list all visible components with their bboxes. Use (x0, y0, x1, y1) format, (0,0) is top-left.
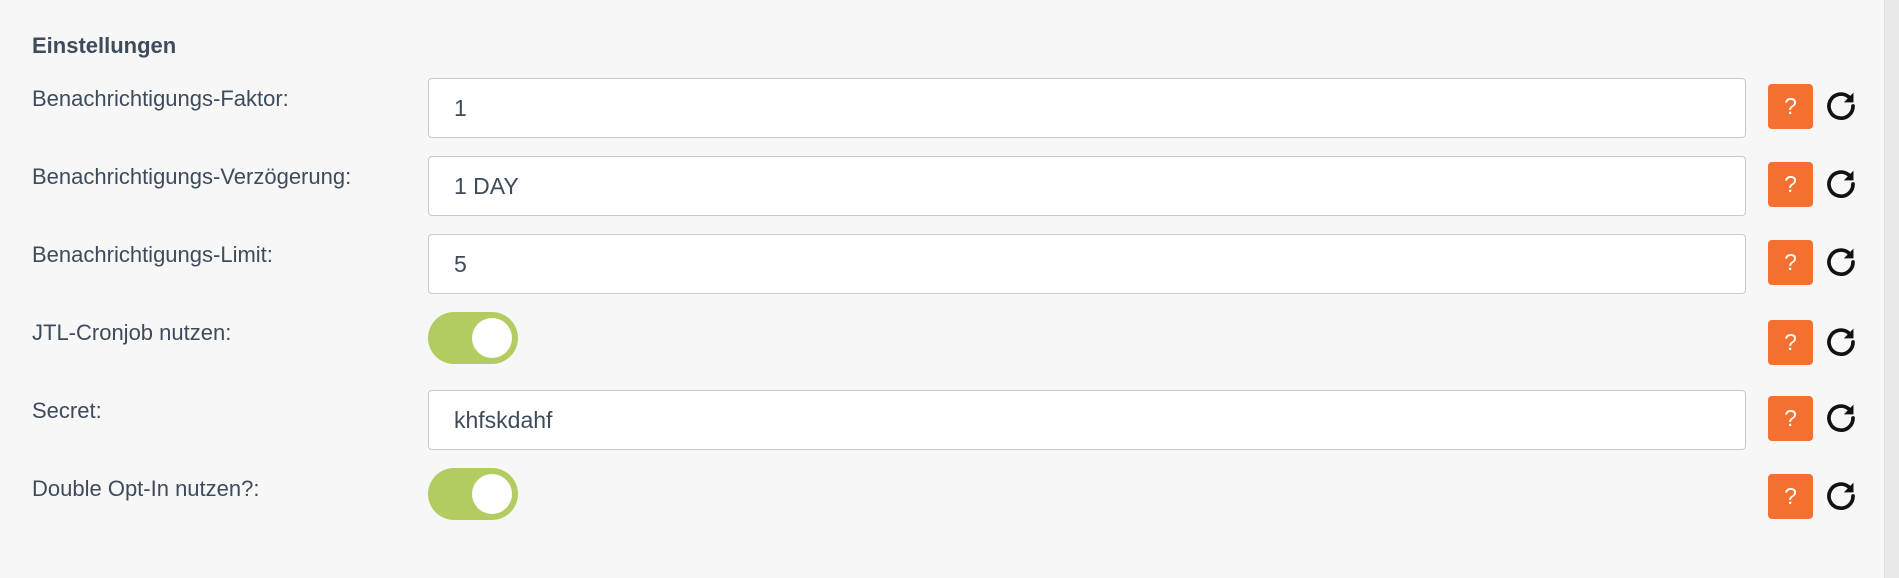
help-button-double-opt-in[interactable]: ? (1768, 474, 1813, 519)
setting-row-notification-factor: Benachrichtigungs-Faktor: ? (0, 78, 1885, 138)
jtl-cronjob-toggle[interactable] (428, 312, 518, 364)
notification-delay-input[interactable] (428, 156, 1746, 216)
setting-label-notification-factor: Benachrichtigungs-Faktor: (32, 86, 289, 111)
setting-row-notification-delay: Benachrichtigungs-Verzögerung: ? (0, 156, 1885, 216)
setting-row-notification-limit: Benachrichtigungs-Limit: ? (0, 234, 1885, 294)
question-mark-icon: ? (1784, 93, 1797, 119)
setting-row-jtl-cronjob: JTL-Cronjob nutzen: ? (0, 312, 1885, 372)
help-button-notification-factor[interactable]: ? (1768, 84, 1813, 129)
reset-button-double-opt-in[interactable] (1824, 479, 1858, 513)
setting-row-double-opt-in: Double Opt-In nutzen?: ? (0, 468, 1885, 528)
setting-label-jtl-cronjob: JTL-Cronjob nutzen: (32, 320, 232, 345)
double-opt-in-toggle[interactable] (428, 468, 518, 520)
reset-icon (1827, 170, 1855, 198)
notification-limit-input[interactable] (428, 234, 1746, 294)
help-button-secret[interactable]: ? (1768, 396, 1813, 441)
reset-button-notification-factor[interactable] (1824, 89, 1858, 123)
reset-button-secret[interactable] (1824, 401, 1858, 435)
help-button-notification-limit[interactable]: ? (1768, 240, 1813, 285)
toggle-knob (472, 318, 512, 358)
question-mark-icon: ? (1784, 483, 1797, 509)
question-mark-icon: ? (1784, 405, 1797, 431)
reset-button-jtl-cronjob[interactable] (1824, 325, 1858, 359)
section-title: Einstellungen (32, 33, 177, 58)
setting-label-notification-limit: Benachrichtigungs-Limit: (32, 242, 273, 267)
settings-panel: Einstellungen Benachrichtigungs-Faktor: … (0, 0, 1885, 578)
secret-input[interactable] (428, 390, 1746, 450)
reset-icon (1827, 328, 1855, 356)
reset-button-notification-delay[interactable] (1824, 167, 1858, 201)
reset-icon (1827, 404, 1855, 432)
reset-button-notification-limit[interactable] (1824, 245, 1858, 279)
question-mark-icon: ? (1784, 329, 1797, 355)
help-button-jtl-cronjob[interactable]: ? (1768, 320, 1813, 365)
setting-label-secret: Secret: (32, 398, 102, 423)
setting-label-notification-delay: Benachrichtigungs-Verzögerung: (32, 164, 352, 189)
help-button-notification-delay[interactable]: ? (1768, 162, 1813, 207)
reset-icon (1827, 482, 1855, 510)
question-mark-icon: ? (1784, 171, 1797, 197)
toggle-knob (472, 474, 512, 514)
reset-icon (1827, 92, 1855, 120)
setting-row-secret: Secret: ? (0, 390, 1885, 450)
setting-label-double-opt-in: Double Opt-In nutzen?: (32, 476, 260, 501)
reset-icon (1827, 248, 1855, 276)
notification-factor-input[interactable] (428, 78, 1746, 138)
question-mark-icon: ? (1784, 249, 1797, 275)
